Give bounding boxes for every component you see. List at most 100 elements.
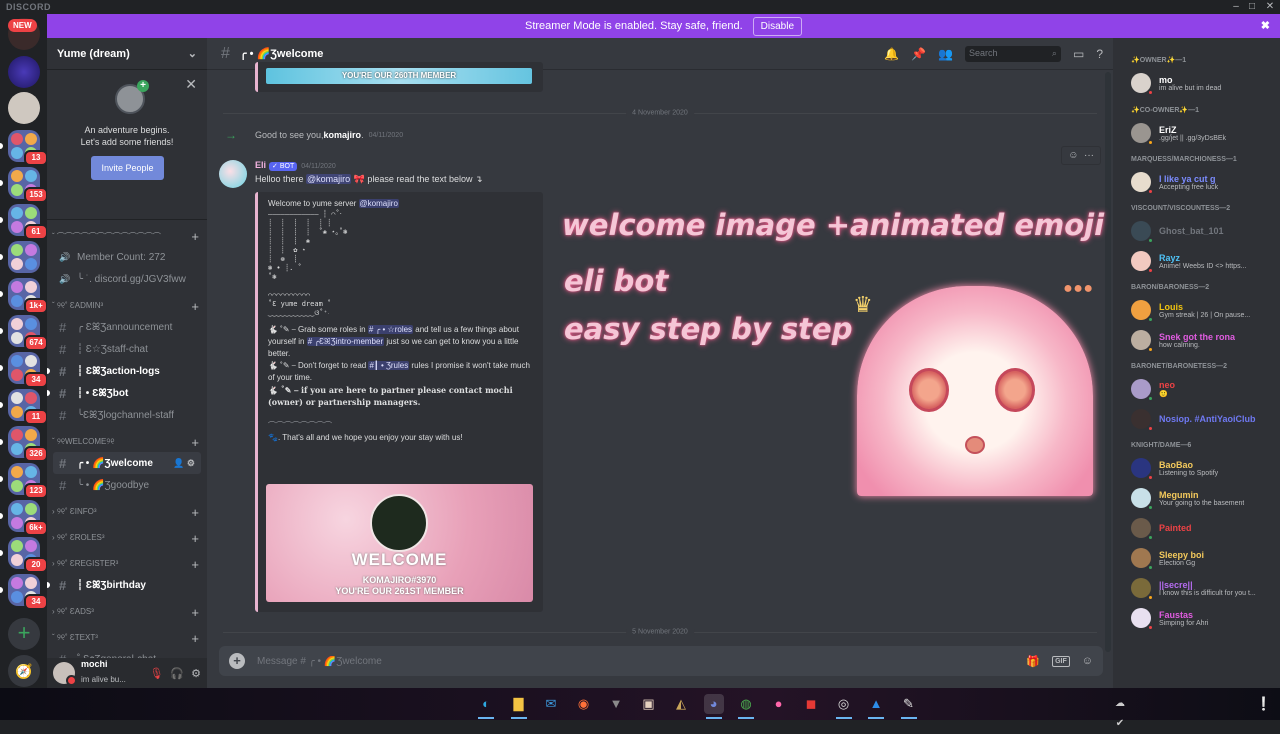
close-window-button[interactable]: ✕ (1262, 0, 1278, 14)
close-icon[interactable]: ✕ (185, 76, 197, 93)
user-mention[interactable]: @komajiro (358, 199, 399, 208)
close-banner-icon[interactable]: ✖ (1261, 19, 1270, 32)
channel-item[interactable]: 🔊 ╰ ˙. discord.gg/JGV3fww (53, 268, 201, 290)
create-channel-icon[interactable]: + (191, 557, 199, 572)
unread-indicator (0, 291, 3, 297)
category-header[interactable]: ˇ ୨୧˚ ƐTEXT³ + (47, 628, 207, 648)
osu-taskbar-icon[interactable]: ● (769, 694, 789, 714)
search-input[interactable]: Search ⌕ (964, 46, 1061, 62)
server-folder[interactable] (8, 241, 40, 273)
system-tray-icons[interactable]: ☁ ✔ (1110, 694, 1130, 729)
among-us-taskbar-icon[interactable]: ◼ (801, 694, 821, 714)
league-taskbar-icon[interactable]: ◭ (671, 694, 691, 714)
gear-icon[interactable]: ⚙ (187, 458, 195, 468)
edge-taskbar-icon[interactable]: ◐ (476, 694, 496, 719)
create-channel-icon[interactable]: + (191, 435, 199, 450)
user-mention[interactable]: @komajiro (306, 174, 352, 184)
inbox-icon[interactable]: ▭ (1073, 47, 1084, 61)
files-taskbar-icon[interactable]: ▇ (509, 694, 529, 719)
disable-streamer-mode-button[interactable]: Disable (752, 16, 803, 36)
server-icon[interactable] (8, 56, 40, 88)
channel-item[interactable]: 🔊 Member Count: 272 (53, 246, 201, 268)
chrome-taskbar-icon[interactable]: ◍ (736, 694, 756, 719)
user-avatar[interactable] (53, 662, 77, 686)
channel-item[interactable]: # ╭ • 🌈Ʒwelcome 👤 ⚙ (53, 452, 201, 474)
server-icon[interactable] (8, 92, 40, 124)
member-item[interactable]: Louis Gym streak | 26 | On pause... (1131, 295, 1280, 325)
explore-servers-button[interactable]: 🧭 (8, 655, 40, 687)
gift-icon[interactable]: 🎁 (1026, 655, 1040, 668)
create-channel-icon[interactable]: + (191, 531, 199, 546)
emoji-icon[interactable]: ☺ (1082, 655, 1093, 667)
upload-plus-icon[interactable]: + (229, 653, 245, 669)
member-item[interactable]: EriZ .gg/jet || .gg/3yDsBEk (1131, 118, 1280, 148)
member-item[interactable]: ||secre|| I know this is difficult for yo… (1131, 573, 1280, 603)
member-item[interactable]: neo 🙂 (1131, 374, 1280, 404)
category-header[interactable]: › ୨୧˚ ƐREGISTER³ + (47, 554, 207, 574)
invite-icon[interactable]: 👤 (173, 458, 184, 468)
create-channel-icon[interactable]: + (191, 299, 199, 314)
channel-item[interactable]: # ┆ Ɛ☆Ʒstaff-chat (53, 338, 201, 360)
member-item[interactable]: I like ya cut g Accepting free luck (1131, 167, 1280, 197)
mail-taskbar-icon[interactable]: ✉ (541, 694, 561, 714)
bell-icon[interactable]: 🔔 (884, 47, 899, 61)
category-header[interactable]: ˇ ୨୧˚ ƐADMIN³ + (47, 296, 207, 316)
pin-icon[interactable]: 📌 (911, 47, 926, 61)
firefox-taskbar-icon[interactable]: ◉ (574, 694, 594, 714)
paint-taskbar-icon[interactable]: ✎ (899, 694, 919, 719)
predator-taskbar-icon[interactable]: ▼ (606, 694, 626, 714)
server-header[interactable]: Yume (dream) ⌄ (47, 38, 207, 70)
create-channel-icon[interactable]: + (191, 605, 199, 620)
message-input[interactable] (257, 655, 1015, 667)
member-item[interactable]: Sleepy boi Election Gg (1131, 543, 1280, 573)
photos-taskbar-icon[interactable]: ▲ (866, 694, 886, 719)
message-author[interactable]: Eli (255, 160, 266, 170)
invite-people-button[interactable]: Invite People (91, 156, 164, 180)
gear-icon[interactable]: ⚙ (191, 667, 201, 680)
channel-item[interactable]: # ╭ ƐꕤƷannouncement (53, 316, 201, 338)
member-item[interactable]: Ghost_bat_101 (1131, 216, 1280, 246)
chat-scrollbar[interactable] (1105, 72, 1111, 652)
member-item[interactable]: Rayz Anime! Weebs ID <> https... (1131, 246, 1280, 276)
add-reaction-icon[interactable]: ☺ (1068, 150, 1078, 161)
mute-microphone-icon[interactable]: 🎙 (149, 667, 163, 680)
obs-taskbar-icon[interactable]: ◎ (834, 694, 854, 719)
member-item[interactable]: Megumin Your going to the basement (1131, 483, 1280, 513)
maximize-button[interactable]: □ (1244, 0, 1260, 14)
create-channel-icon[interactable]: + (191, 505, 199, 520)
bot-avatar[interactable] (219, 160, 247, 188)
member-item[interactable]: Snek got the rona how calming. (1131, 325, 1280, 355)
create-channel-icon[interactable]: + (191, 229, 199, 244)
create-channel-icon[interactable]: + (191, 631, 199, 646)
discord-taskbar-icon[interactable]: ◕ (703, 694, 724, 719)
category-header[interactable]: › ୨୧˚ ƐROLES³ + (47, 528, 207, 548)
member-item[interactable]: Painted (1131, 513, 1280, 543)
join-username[interactable]: komajiro (324, 130, 362, 140)
more-options-icon[interactable]: ··· (1084, 150, 1094, 161)
add-server-button[interactable]: + (8, 618, 40, 650)
member-item[interactable]: mo im alive but im dead (1131, 68, 1280, 98)
category-header[interactable]: ˇ ⌒⌒⌒⌒⌒⌒⌒⌒⌒⌒⌒⌒⌒ + (47, 226, 207, 246)
channel-item[interactable]: # ┆ ƐꕤƷbirthday (47, 574, 201, 596)
gif-icon[interactable]: GIF (1052, 655, 1070, 667)
channel-link-rules[interactable]: #┃ • Ʒrules (368, 361, 410, 370)
member-item[interactable]: Faustas Simping for Ahri (1131, 603, 1280, 633)
notification-icon[interactable]: ❕ (1254, 694, 1274, 714)
channel-item[interactable]: # ╰ • 🌈Ʒgoodbye (53, 474, 201, 496)
headphones-icon[interactable]: 🎧 (170, 667, 184, 680)
welcome-image[interactable]: WELCOME KOMAJIRO#3970 YOU'RE OUR 261ST M… (266, 484, 533, 602)
channel-item[interactable]: # ┆ ƐꕤƷaction-logs (47, 360, 201, 382)
member-item[interactable]: Nosiop. #AntiYaoiClub (1131, 404, 1280, 434)
category-header[interactable]: › ୨୧˚ ƐADS³ + (47, 602, 207, 622)
anime-taskbar-icon[interactable]: ▣ (639, 694, 659, 714)
minimize-button[interactable]: – (1228, 0, 1244, 14)
member-item[interactable]: BaoBao Listening to Spotify (1131, 453, 1280, 483)
channel-item[interactable]: # ╰ƐꕤƷlogchannel-staff (53, 404, 201, 426)
channel-link-roles[interactable]: # ╭ • ☆roles (367, 325, 414, 334)
channel-link-intro[interactable]: # ╭ƐꕤƷintro-member (306, 337, 385, 346)
channel-item[interactable]: # ┆ • ƐꕤƷbot (47, 382, 201, 404)
category-header[interactable]: ˇ ୨୧WELCOME୨୧ + (47, 432, 207, 452)
category-header[interactable]: › ୨୧˚ ƐINFO³ + (47, 502, 207, 522)
help-icon[interactable]: ? (1096, 47, 1103, 61)
member-list-icon[interactable]: 👥 (938, 47, 953, 61)
